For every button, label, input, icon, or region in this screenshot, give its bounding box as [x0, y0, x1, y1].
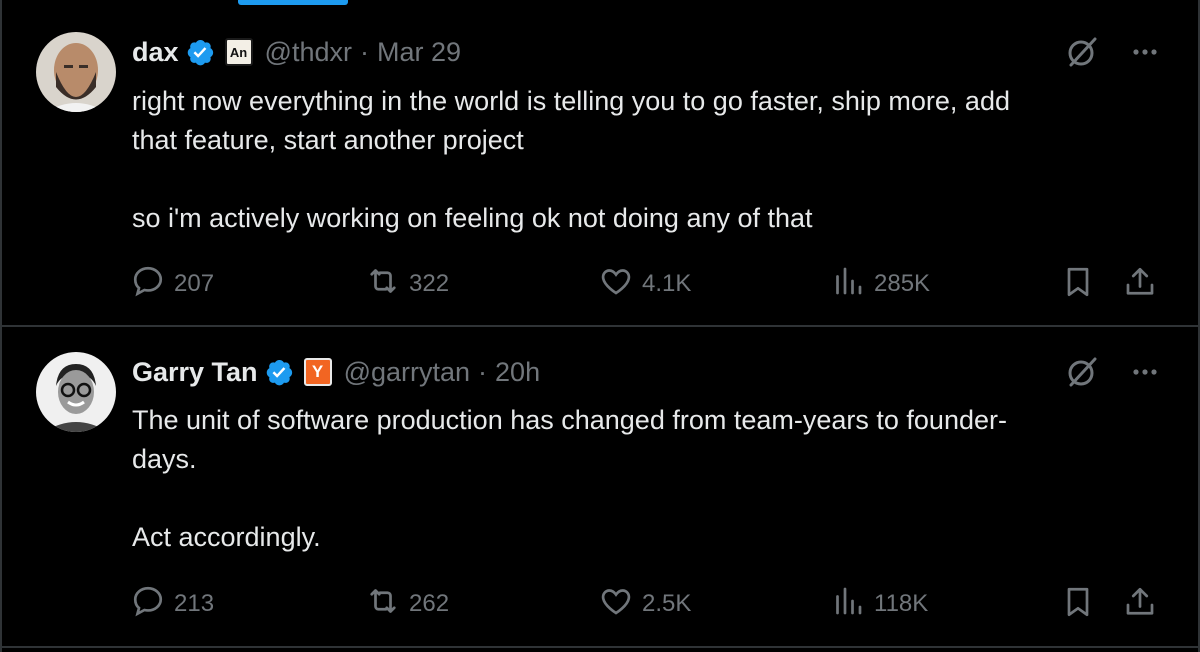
bookmark-button[interactable] [1060, 264, 1096, 304]
like-icon [598, 583, 642, 626]
more-icon[interactable] [1130, 37, 1160, 72]
separator-dot: · [359, 36, 369, 67]
grok-icon[interactable] [1064, 354, 1100, 395]
grok-icon[interactable] [1064, 34, 1100, 75]
tweet-top-actions [1064, 354, 1160, 395]
bookmark-icon [1060, 584, 1096, 625]
like-count: 2.5K [642, 590, 692, 617]
views-icon [830, 583, 874, 626]
tweet-top-actions [1064, 34, 1160, 75]
share-icon [1122, 264, 1158, 305]
author-handle[interactable]: @thdxr [265, 37, 352, 68]
avatar[interactable] [36, 32, 116, 112]
avatar[interactable] [36, 352, 116, 432]
views-count: 285K [874, 270, 931, 297]
like-button[interactable]: 2.5K [598, 584, 691, 624]
repost-count: 322 [409, 270, 450, 297]
author-name[interactable]: dax [132, 37, 179, 68]
tweet-header: dax An @thdxr · Mar 29 [132, 32, 461, 72]
reply-count: 213 [174, 590, 215, 617]
reply-icon [130, 583, 174, 626]
tweet-actions: 213 262 2.5K 118K [130, 584, 1160, 624]
tweet-actions: 207 322 4.1K 285K [130, 264, 1160, 304]
like-count: 4.1K [642, 270, 692, 297]
repost-button[interactable]: 322 [365, 264, 449, 304]
author-handle[interactable]: @garrytan [344, 357, 470, 388]
tweet-timestamp[interactable]: Mar 29 [377, 37, 461, 68]
repost-button[interactable]: 262 [365, 584, 449, 624]
tweet[interactable]: Garry Tan Y @garrytan · 20h The unit of … [0, 327, 1200, 652]
reply-button[interactable]: 207 [130, 264, 214, 304]
tweet-timestamp[interactable]: 20h [495, 357, 540, 388]
share-button[interactable] [1122, 584, 1158, 624]
verified-badge-icon [264, 357, 294, 387]
timeline: dax An @thdxr · Mar 29 right now everyth… [0, 0, 1200, 652]
affiliate-badge-label: An [224, 38, 253, 66]
repost-icon [365, 263, 409, 306]
affiliate-badge[interactable]: An [224, 38, 253, 66]
repost-count: 262 [409, 590, 450, 617]
tweet-divider [0, 646, 1200, 648]
tweet-text: right now everything in the world is tel… [132, 86, 1010, 233]
bookmark-icon [1060, 264, 1096, 305]
affiliate-badge-label: Y [303, 358, 332, 386]
views-icon [830, 263, 874, 306]
bookmark-button[interactable] [1060, 584, 1096, 624]
author-name[interactable]: Garry Tan [132, 357, 258, 388]
like-icon [598, 263, 642, 306]
share-button[interactable] [1122, 264, 1158, 304]
tweet[interactable]: dax An @thdxr · Mar 29 right now everyth… [0, 0, 1200, 326]
views-count: 118K [874, 590, 929, 617]
tweet-header: Garry Tan Y @garrytan · 20h [132, 352, 540, 392]
tweet-text: The unit of software production has chan… [132, 405, 1007, 552]
views-button[interactable]: 118K [830, 584, 928, 624]
reply-icon [130, 263, 174, 306]
verified-badge-icon [185, 37, 215, 67]
share-icon [1122, 584, 1158, 625]
repost-icon [365, 583, 409, 626]
reply-button[interactable]: 213 [130, 584, 214, 624]
affiliate-badge[interactable]: Y [303, 358, 332, 386]
more-icon[interactable] [1130, 357, 1160, 392]
reply-count: 207 [174, 270, 215, 297]
separator-dot: · [478, 356, 488, 387]
like-button[interactable]: 4.1K [598, 264, 691, 304]
views-button[interactable]: 285K [830, 264, 930, 304]
